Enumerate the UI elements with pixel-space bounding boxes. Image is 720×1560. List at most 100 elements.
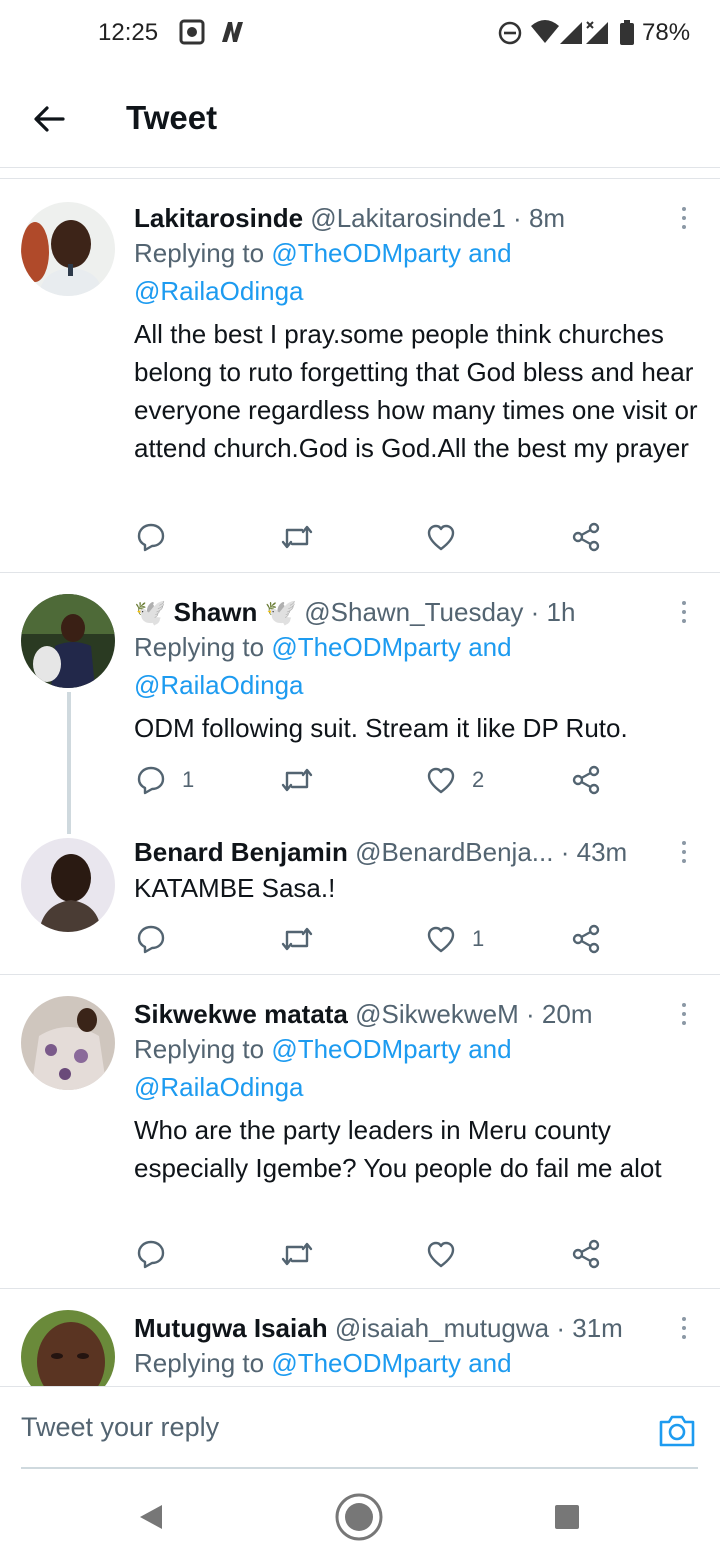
- nav-home-button[interactable]: [334, 1492, 384, 1542]
- mention-link[interactable]: @TheODMparty: [271, 1034, 461, 1064]
- more-options-button[interactable]: [672, 1310, 696, 1346]
- more-options-button[interactable]: [672, 200, 696, 236]
- tweet-actions: 1 2: [134, 762, 614, 798]
- author-handle[interactable]: @SikwekweM: [355, 999, 519, 1029]
- like-button[interactable]: 1: [426, 921, 484, 957]
- mention-link[interactable]: @RailaOdinga: [134, 276, 303, 306]
- system-navigation-bar: [0, 1468, 720, 1560]
- tweet-actions: [134, 519, 614, 555]
- share-icon: [572, 924, 600, 954]
- author-name[interactable]: Benard Benjamin: [134, 837, 348, 867]
- share-button[interactable]: [571, 762, 601, 798]
- share-button[interactable]: [571, 519, 601, 555]
- tweet-header: Sikwekwe matata @SikwekweM · 20m: [134, 999, 593, 1029]
- more-options-button[interactable]: [672, 594, 696, 630]
- more-options-button[interactable]: [672, 834, 696, 870]
- tweet-item[interactable]: 🕊️ Shawn 🕊️ @Shawn_Tuesday · 1h Replying…: [0, 584, 720, 824]
- thread-connector: [67, 692, 71, 834]
- avatar[interactable]: [21, 996, 115, 1090]
- battery-icon: [618, 18, 636, 53]
- retweet-button[interactable]: [280, 519, 330, 555]
- replying-to: Replying to @TheODMparty and: [134, 1348, 512, 1378]
- mention-link[interactable]: @RailaOdinga: [134, 670, 303, 700]
- share-icon: [572, 765, 600, 795]
- signal-icon: [558, 18, 584, 51]
- photo-notification-icon: [178, 18, 206, 51]
- author-name[interactable]: Mutugwa Isaiah: [134, 1313, 328, 1343]
- author-handle[interactable]: @Lakitarosinde1: [310, 203, 506, 233]
- reply-icon: [137, 1240, 165, 1269]
- tweet-item[interactable]: Sikwekwe matata @SikwekweM · 20m Replyin…: [0, 986, 720, 1288]
- heart-icon: [427, 767, 455, 794]
- like-button[interactable]: [426, 1236, 472, 1272]
- reply-count: 1: [182, 767, 195, 792]
- reply-button[interactable]: [136, 921, 182, 957]
- share-button[interactable]: [571, 1236, 601, 1272]
- avatar[interactable]: [21, 202, 115, 296]
- share-icon: [572, 522, 600, 552]
- like-count: 2: [472, 767, 485, 792]
- author-handle[interactable]: @Shawn_Tuesday: [304, 597, 523, 627]
- tweet-time: 43m: [576, 837, 628, 867]
- camera-icon: [659, 1415, 695, 1447]
- tweet-actions: 1: [134, 921, 614, 957]
- tweet-time: 20m: [541, 999, 593, 1029]
- arrow-left-icon: [34, 106, 65, 132]
- do-not-disturb-icon: [496, 18, 524, 53]
- replying-to: Replying to @TheODMparty and @RailaOding…: [134, 632, 512, 700]
- reply-composer: [0, 1386, 720, 1469]
- tweet-time: 8m: [528, 203, 566, 233]
- mention-link[interactable]: @RailaOdinga: [134, 1072, 303, 1102]
- avatar[interactable]: [21, 838, 115, 932]
- wifi-icon: [530, 18, 560, 51]
- avatar[interactable]: [21, 594, 115, 688]
- reply-button[interactable]: [136, 1236, 182, 1272]
- retweet-button[interactable]: [280, 921, 330, 957]
- author-name[interactable]: Sikwekwe matata: [134, 999, 348, 1029]
- home-circle-icon: [335, 1493, 383, 1541]
- reply-button[interactable]: 1: [136, 762, 194, 798]
- tweet-item[interactable]: Benard Benjamin @BenardBenja... · 43m KA…: [0, 824, 720, 974]
- triangle-back-icon: [140, 1505, 162, 1529]
- square-recents-icon: [555, 1505, 579, 1529]
- tweet-header: Lakitarosinde @Lakitarosinde1 · 8m: [134, 203, 566, 233]
- heart-icon: [427, 1241, 455, 1268]
- nav-recents-button[interactable]: [542, 1492, 592, 1542]
- author-name[interactable]: Shawn: [174, 597, 258, 627]
- status-time: 12:25: [98, 19, 159, 46]
- camera-button[interactable]: [657, 1413, 697, 1449]
- retweet-button[interactable]: [280, 762, 330, 798]
- replying-to: Replying to @TheODMparty and @RailaOding…: [134, 1034, 512, 1102]
- retweet-icon: [281, 525, 313, 549]
- share-button[interactable]: [571, 921, 601, 957]
- retweet-icon: [281, 1242, 313, 1266]
- nav-back-button[interactable]: [126, 1492, 176, 1542]
- reply-button[interactable]: [136, 519, 182, 555]
- retweet-button[interactable]: [280, 1236, 330, 1272]
- page-title: Tweet: [126, 99, 218, 136]
- tweet-item[interactable]: Mutugwa Isaiah @isaiah_mutugwa · 31m Rep…: [0, 1300, 720, 1386]
- more-options-button[interactable]: [672, 996, 696, 1032]
- tweet-time: 31m: [572, 1313, 623, 1343]
- author-handle[interactable]: @isaiah_mutugwa: [335, 1313, 549, 1343]
- reply-input[interactable]: [21, 1387, 631, 1467]
- status-bar: 12:25 78%: [0, 0, 720, 68]
- tweet-actions: [134, 1236, 614, 1272]
- tweet-time: 1h: [546, 597, 576, 627]
- back-button[interactable]: [26, 96, 72, 142]
- avatar[interactable]: [21, 1310, 115, 1386]
- like-button[interactable]: [426, 519, 472, 555]
- tweet-item[interactable]: Lakitarosinde @Lakitarosinde1 · 8m Reply…: [0, 190, 720, 572]
- mention-link[interactable]: @TheODMparty: [271, 632, 461, 662]
- author-name[interactable]: Lakitarosinde: [134, 203, 303, 233]
- reply-timeline[interactable]: Lakitarosinde @Lakitarosinde1 · 8m Reply…: [0, 168, 720, 1386]
- reply-icon: [137, 766, 165, 795]
- reply-icon: [137, 925, 165, 954]
- author-handle[interactable]: @BenardBenja...: [355, 837, 553, 867]
- divider: [0, 1288, 720, 1289]
- tweet-header: 🕊️ Shawn 🕊️ @Shawn_Tuesday · 1h: [134, 597, 576, 627]
- mention-link[interactable]: @TheODMparty: [271, 1348, 461, 1378]
- mention-link[interactable]: @TheODMparty: [271, 238, 461, 268]
- like-button[interactable]: 2: [426, 762, 484, 798]
- reply-icon: [137, 523, 165, 552]
